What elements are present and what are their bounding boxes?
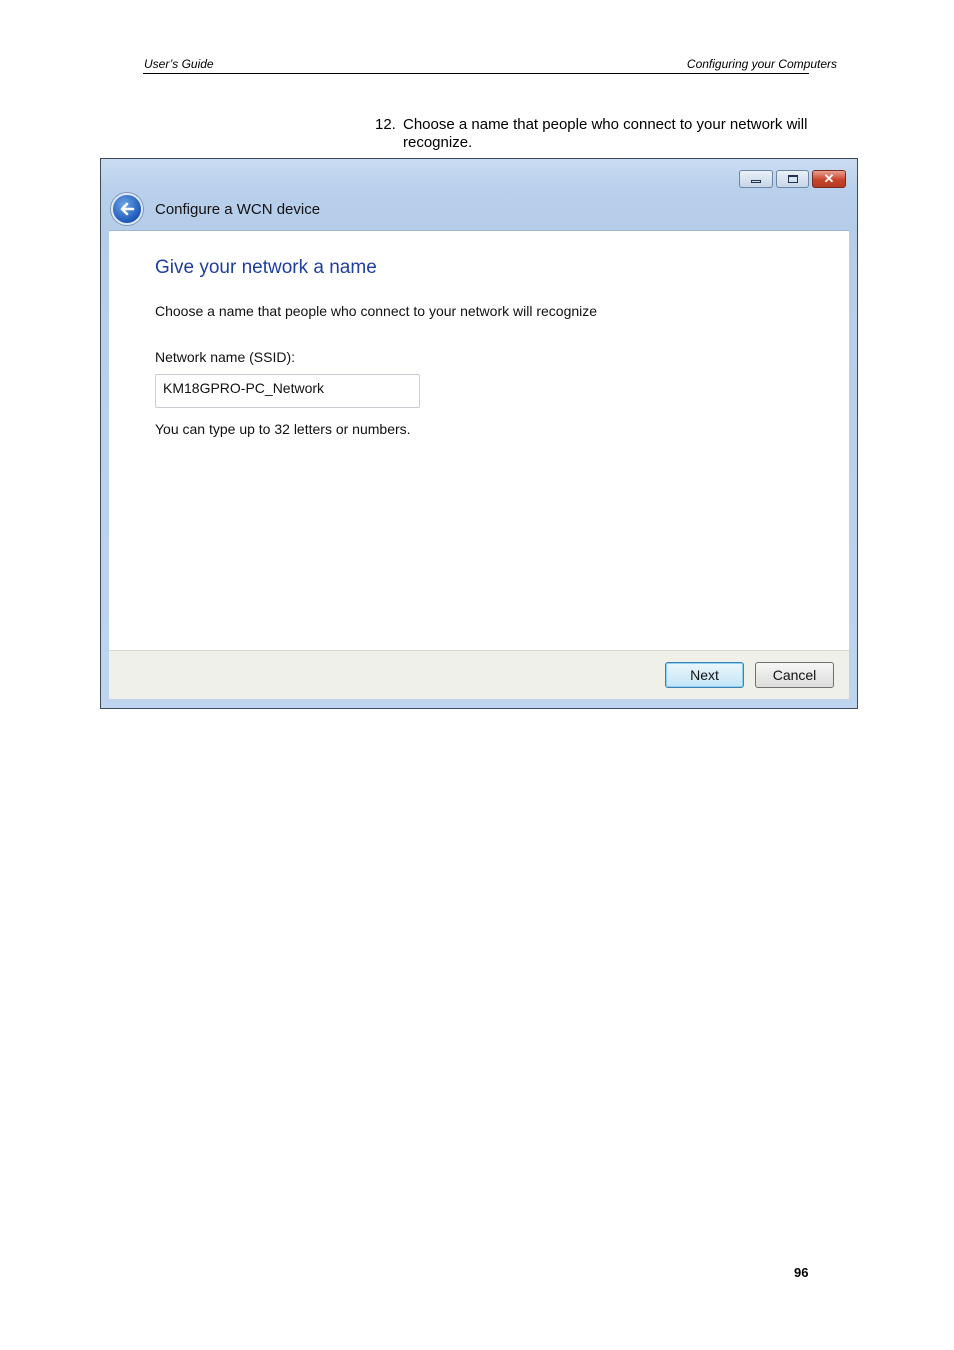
wcn-dialog-window: ✕ Configure a WCN device Give your netwo…: [100, 158, 858, 709]
maximize-button[interactable]: [776, 170, 809, 188]
header-rule: [143, 73, 809, 74]
minimize-button[interactable]: [739, 170, 773, 188]
ssid-input[interactable]: [155, 374, 420, 408]
minimize-icon: [751, 180, 761, 183]
back-arrow-icon: [120, 202, 135, 216]
step-text: Choose a name that people who connect to…: [403, 116, 808, 151]
close-icon: ✕: [823, 171, 835, 186]
close-button[interactable]: ✕: [812, 170, 846, 188]
wizard-content: Give your network a name Choose a name t…: [109, 230, 849, 650]
maximize-icon: [787, 175, 798, 183]
page-description: Choose a name that people who connect to…: [155, 303, 598, 319]
step-number: 12.: [375, 116, 396, 133]
page-number: 96: [794, 1265, 809, 1280]
page-heading: Give your network a name: [155, 257, 377, 278]
wizard-footer: Next Cancel: [109, 650, 849, 699]
cancel-button[interactable]: Cancel: [755, 662, 834, 688]
running-header-left: User’s Guide: [144, 57, 214, 71]
ssid-hint: You can type up to 32 letters or numbers…: [155, 421, 411, 437]
running-header-right: Configuring your Computers: [686, 57, 837, 71]
back-button[interactable]: [111, 193, 143, 225]
next-button[interactable]: Next: [665, 662, 744, 688]
ssid-label: Network name (SSID):: [155, 349, 296, 365]
window-controls: ✕: [739, 170, 846, 188]
window-title: Configure a WCN device: [155, 201, 321, 218]
